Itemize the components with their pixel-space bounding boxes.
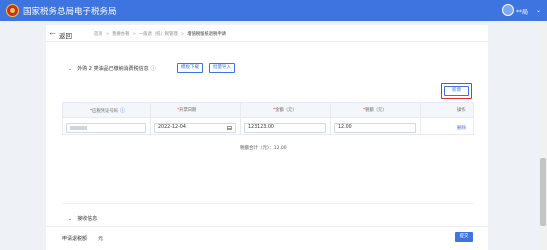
help-icon[interactable]: ⓘ bbox=[120, 107, 125, 114]
column-header-action: 操作 bbox=[457, 108, 466, 113]
column-divider bbox=[420, 102, 421, 135]
breadcrumb-home[interactable]: 首页 bbox=[94, 32, 103, 37]
scrollbar-thumb[interactable] bbox=[540, 158, 546, 226]
column-divider bbox=[330, 102, 331, 135]
column-divider bbox=[150, 102, 151, 135]
column-header-voucher: *应税凭证号码 ⓘ bbox=[90, 107, 125, 114]
apply-refund-unit: 元 bbox=[98, 236, 104, 242]
amount-input[interactable]: 123123.00 bbox=[244, 123, 326, 133]
invoice-date-input[interactable]: 2022-12-04 bbox=[154, 123, 236, 133]
breadcrumb-current: 增值税留抵退税申请 bbox=[187, 32, 226, 37]
tax-emblem-icon bbox=[6, 4, 19, 17]
user-name[interactable]: **局 bbox=[516, 7, 528, 16]
breadcrumb-separator: > bbox=[180, 32, 185, 37]
tax-amount-input[interactable]: 12.00 bbox=[334, 123, 416, 133]
breadcrumb-refund-mgmt[interactable]: 一般退（抵）税管理 bbox=[139, 32, 178, 37]
chevron-down-icon[interactable]: ⌄ bbox=[68, 216, 72, 222]
breadcrumb: 首页 > 我要办税 > 一般退（抵）税管理 > 增值税留抵退税申请 bbox=[94, 31, 226, 37]
section-receive-title: 接收信息 bbox=[77, 216, 98, 222]
back-arrow-icon[interactable]: ← bbox=[48, 27, 57, 37]
section-divider bbox=[62, 203, 474, 204]
section-receive-header[interactable]: ⌄ 接收信息 bbox=[68, 215, 97, 222]
voucher-number-input[interactable] bbox=[66, 123, 146, 133]
breadcrumb-tax-affairs[interactable]: 我要办税 bbox=[112, 32, 129, 37]
section-oil-tax-header[interactable]: ⌄ 外购 2 类油品已缴纳消费税信息 ⓘ bbox=[68, 65, 156, 72]
breadcrumb-separator: > bbox=[105, 32, 110, 37]
column-divider bbox=[240, 102, 241, 135]
breadcrumb-separator: > bbox=[132, 32, 136, 37]
add-row-button[interactable]: 新增 bbox=[444, 86, 469, 96]
bottom-action-bar: 申请退税额 元 提交 bbox=[46, 226, 488, 250]
submit-button[interactable]: 提交 bbox=[455, 232, 473, 242]
template-download-button[interactable]: 模板下载 bbox=[177, 63, 203, 73]
breadcrumb-bar: ← 返回 首页 > 我要办税 > 一般退（抵）税管理 > 增值税留抵退税申请 bbox=[46, 25, 488, 42]
help-icon[interactable]: ⓘ bbox=[151, 65, 156, 72]
batch-import-button[interactable]: 批量导入 bbox=[209, 63, 235, 73]
column-header-amount: *金额（元） bbox=[273, 108, 297, 113]
chevron-down-icon[interactable]: ⌄ bbox=[536, 7, 541, 14]
apply-refund-label: 申请退税额 bbox=[62, 236, 88, 242]
site-title: 国家税务总局电子税务局 bbox=[23, 7, 117, 17]
back-link[interactable]: 返回 bbox=[59, 30, 72, 40]
blurred-voucher-value bbox=[70, 126, 87, 130]
tax-total-label: 税额合计（元）： bbox=[240, 146, 274, 151]
calendar-icon[interactable] bbox=[227, 126, 232, 130]
tax-total-value: 12.00 bbox=[273, 146, 287, 151]
column-header-tax: *税额（元） bbox=[363, 108, 387, 113]
main-panel: ← 返回 首页 > 我要办税 > 一般退（抵）税管理 > 增值税留抵退税申请 ⌄ 外购 2 类… bbox=[46, 25, 488, 250]
chevron-down-icon[interactable]: ⌄ bbox=[68, 66, 72, 72]
tax-total: 税额合计（元）：12.00 bbox=[240, 145, 287, 151]
scrollbar[interactable] bbox=[539, 21, 547, 250]
top-bar: 国家税务总局电子税务局 **局 ⌄ bbox=[0, 0, 547, 21]
column-header-date: *开票日期 bbox=[177, 108, 197, 113]
user-avatar[interactable] bbox=[502, 4, 514, 16]
delete-row-link[interactable]: 删除 bbox=[457, 125, 466, 131]
section-oil-tax-title: 外购 2 类油品已缴纳消费税信息 bbox=[77, 66, 149, 72]
